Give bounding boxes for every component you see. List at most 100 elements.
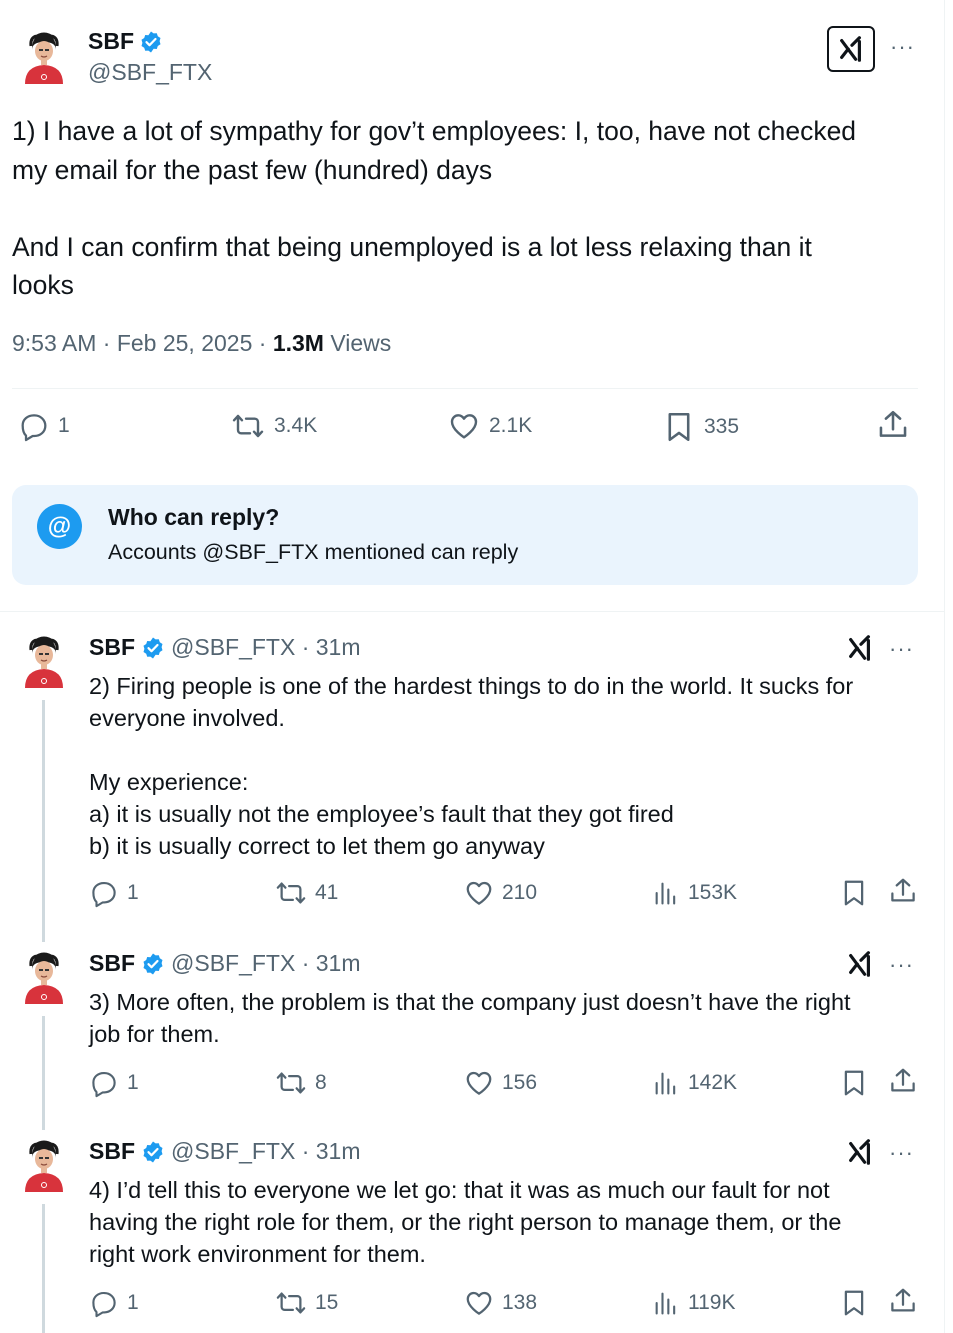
views-button[interactable]: 119K: [652, 1288, 736, 1318]
grok-button[interactable]: [827, 26, 875, 72]
repost-icon: [230, 410, 266, 442]
like-button[interactable]: 138: [464, 1288, 537, 1318]
repost-icon: [275, 878, 307, 908]
reply-actions: 1 15 138 119K: [89, 1288, 919, 1318]
grok-icon[interactable]: [846, 634, 874, 662]
repost-count: 15: [315, 1291, 339, 1314]
who-can-reply-subtitle: Accounts @SBF_FTX mentioned can reply: [108, 540, 519, 564]
like-button[interactable]: 2.1K: [447, 410, 532, 442]
author-name-row[interactable]: SBF: [88, 28, 163, 55]
at-mention-icon: @: [37, 504, 82, 549]
repost-icon: [275, 1288, 307, 1318]
avatar[interactable]: [22, 30, 66, 86]
reply-header: SBF @SBF_FTX · 31m: [89, 1138, 361, 1165]
share-icon: [876, 408, 910, 442]
reply-count: 1: [127, 1291, 139, 1314]
avatar[interactable]: [22, 634, 66, 690]
reply-text: 3) More often, the problem is that the c…: [89, 989, 851, 1047]
more-icon[interactable]: ···: [889, 1142, 914, 1164]
more-icon[interactable]: ···: [890, 36, 915, 58]
reply-text: 4) I’d tell this to everyone we let go: …: [89, 1177, 842, 1267]
bookmark-button[interactable]: [839, 878, 869, 908]
share-button[interactable]: [888, 876, 918, 906]
author-handle-time[interactable]: @SBF_FTX · 31m: [171, 950, 361, 977]
like-icon: [464, 1068, 494, 1098]
reply-icon: [89, 1068, 119, 1098]
grok-icon[interactable]: [846, 1138, 874, 1166]
author-handle-time[interactable]: @SBF_FTX · 31m: [171, 1138, 361, 1165]
views-count: 119K: [688, 1291, 736, 1314]
bookmark-button[interactable]: 335: [662, 410, 739, 444]
reply-tweet[interactable]: SBF @SBF_FTX · 31m ··· 3) More often, th…: [0, 950, 945, 1120]
views-count: 153K: [688, 881, 738, 904]
divider: [12, 388, 918, 389]
author-name[interactable]: SBF: [88, 28, 134, 55]
reply-icon: [89, 878, 119, 908]
author-name[interactable]: SBF: [89, 634, 135, 661]
post-detail-page: SBF @SBF_FTX ··· 1) I have a lot of symp…: [0, 0, 945, 1333]
grok-icon[interactable]: [846, 950, 874, 978]
section-divider: [0, 611, 945, 612]
verified-badge-icon: [141, 636, 165, 660]
reply-icon: [89, 1288, 119, 1318]
bookmark-button[interactable]: [839, 1068, 869, 1098]
repost-count: 8: [315, 1071, 327, 1094]
reply-button[interactable]: 1: [89, 878, 139, 908]
author-handle[interactable]: @SBF_FTX: [88, 59, 212, 86]
author-name[interactable]: SBF: [89, 1138, 135, 1165]
reply-tweet[interactable]: SBF @SBF_FTX · 31m ··· 2) Firing people …: [0, 634, 945, 924]
verified-badge-icon: [139, 30, 163, 54]
avatar[interactable]: [22, 950, 66, 1006]
share-icon: [888, 876, 918, 906]
reply-header: SBF @SBF_FTX · 31m: [89, 950, 361, 977]
views-count: 142K: [688, 1071, 738, 1094]
main-tweet-actions: 1 3.4K 2.1K 335: [12, 404, 918, 450]
reply-tweet[interactable]: SBF @SBF_FTX · 31m ··· 4) I’d tell this …: [0, 1138, 945, 1333]
repost-count: 41: [315, 881, 339, 904]
reply-button[interactable]: 1: [18, 410, 70, 442]
like-count: 156: [502, 1071, 538, 1094]
like-count: 210: [502, 881, 538, 904]
author-name[interactable]: SBF: [89, 950, 135, 977]
grok-icon: [837, 35, 865, 63]
reply-count: 1: [127, 881, 139, 904]
like-button[interactable]: 156: [464, 1068, 537, 1098]
repost-icon: [275, 1068, 307, 1098]
reply-button[interactable]: 1: [89, 1288, 139, 1318]
timestamp[interactable]: 9:53 AM · Feb 25, 2025 ·: [12, 330, 273, 356]
like-icon: [464, 1288, 494, 1318]
share-button[interactable]: [888, 1286, 918, 1316]
more-icon[interactable]: ···: [889, 638, 914, 660]
bookmark-icon: [839, 1068, 869, 1098]
bookmark-button[interactable]: [839, 1288, 869, 1318]
views-button[interactable]: 153K: [652, 878, 737, 908]
bookmark-icon: [839, 878, 869, 908]
author-handle-time[interactable]: @SBF_FTX · 31m: [171, 634, 361, 661]
reply-actions: 1 8 156 142K: [89, 1068, 919, 1098]
like-count: 138: [502, 1291, 538, 1314]
repost-button[interactable]: 15: [275, 1288, 338, 1318]
repost-button[interactable]: 3.4K: [230, 410, 317, 442]
share-button[interactable]: [888, 1066, 918, 1096]
like-count: 2.1K: [489, 414, 533, 437]
like-button[interactable]: 210: [464, 878, 537, 908]
repost-button[interactable]: 8: [275, 1068, 327, 1098]
share-icon: [888, 1066, 918, 1096]
main-tweet-header: SBF @SBF_FTX ···: [22, 26, 922, 92]
reply-count: 1: [127, 1071, 139, 1094]
bookmark-count: 335: [704, 415, 740, 438]
who-can-reply-title: Who can reply?: [108, 504, 280, 530]
views-button[interactable]: 142K: [652, 1068, 737, 1098]
avatar[interactable]: [22, 1138, 66, 1194]
views-icon: [652, 1068, 680, 1098]
share-button[interactable]: [876, 408, 910, 442]
reply-icon: [18, 410, 50, 442]
reply-button[interactable]: 1: [89, 1068, 139, 1098]
like-icon: [464, 878, 494, 908]
repost-button[interactable]: 41: [275, 878, 338, 908]
more-icon[interactable]: ···: [889, 954, 914, 976]
tweet-meta: 9:53 AM · Feb 25, 2025 · 1.3M Views: [12, 330, 391, 357]
like-icon: [447, 410, 481, 442]
who-can-reply-box: @ Who can reply? Accounts @SBF_FTX menti…: [12, 485, 918, 585]
views-count: 1.3M: [272, 330, 324, 356]
